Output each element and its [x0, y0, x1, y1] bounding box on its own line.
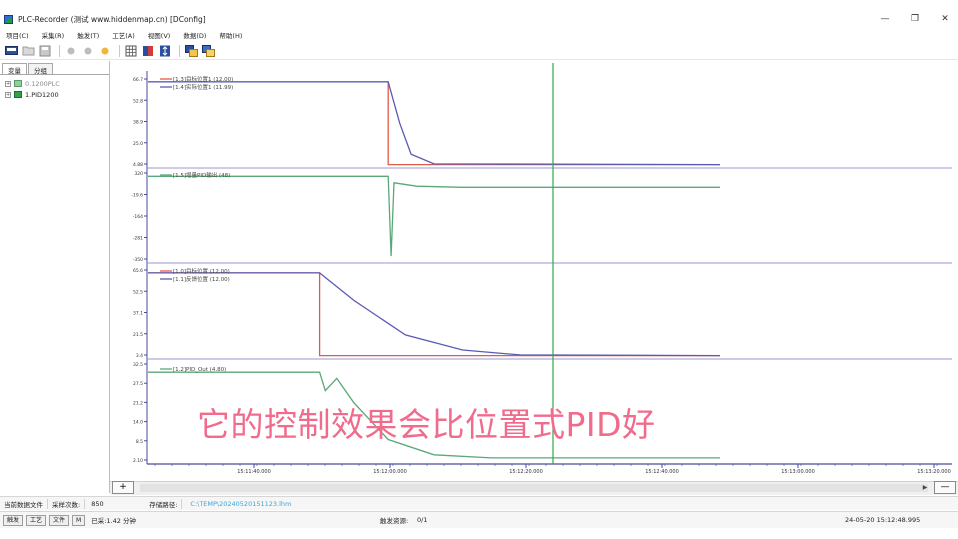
- series-line-3-2: [148, 272, 721, 357]
- y-tick-label: 21.5: [133, 332, 143, 338]
- tree-item-plc[interactable]: + 0.1200PLC: [0, 78, 109, 89]
- app-icon: [4, 14, 13, 24]
- save-path-label: 存储路径:: [145, 498, 183, 509]
- y-tick-label: 27.5: [133, 381, 143, 387]
- toolbar-separator: [119, 44, 120, 57]
- tree-item-label: 0.1200PLC: [25, 79, 60, 88]
- y-tick-label: 32.5: [133, 362, 143, 368]
- plc-config-icon[interactable]: [4, 44, 18, 58]
- y-tick-label: 38.9: [133, 120, 143, 126]
- elapsed-time: 已采:1.42 分钟: [91, 517, 136, 525]
- legend-entry: [1.3]目标位置1 (12.00): [173, 75, 233, 83]
- title-bar: PLC-Recorder (测试 www.hiddenmap.cn) [DCon…: [0, 10, 958, 28]
- legend-entry: [1.5]增量PID输出 (48): [173, 171, 230, 179]
- add-chart-button[interactable]: +: [112, 481, 134, 494]
- y-tick-label: -350: [133, 257, 143, 263]
- record-stop-icon[interactable]: [64, 44, 78, 58]
- legend-entry: [1.4]实际位置1 (11.99): [173, 83, 233, 91]
- y-tick-label: 4.88: [133, 162, 143, 168]
- toolbar-separator: [59, 44, 60, 57]
- legend-entry: [1.2]PID_Out (4.80): [173, 367, 226, 373]
- tree-item-label: 1.PID1200: [25, 90, 59, 99]
- sample-count-value: 850: [91, 499, 104, 508]
- status-datetime: 24-05-20 15:12:48.995: [845, 516, 921, 524]
- restore-button[interactable]: ❐: [900, 10, 930, 28]
- save-icon[interactable]: [38, 44, 52, 58]
- trigger-resource-label: 触发资源:: [380, 517, 409, 525]
- y-tick-label: -281: [133, 236, 143, 242]
- m-status-button[interactable]: M: [72, 514, 86, 526]
- tree-expand-icon[interactable]: +: [5, 91, 11, 98]
- y-tick-label: 37.1: [133, 311, 143, 317]
- tree-item-pid1200[interactable]: + 1.PID1200: [0, 89, 109, 100]
- sample-count-label: 采样次数:: [48, 498, 86, 509]
- close-button[interactable]: ✕: [930, 10, 958, 28]
- x-tick-label: 15:13:20.000: [917, 469, 951, 475]
- tree-expand-icon[interactable]: +: [5, 80, 11, 87]
- menu-record[interactable]: 采集(R): [42, 30, 65, 40]
- variable-panel: 变量 分组 + 0.1200PLC + 1.PID1200: [0, 61, 110, 493]
- video-subtitle: 它的控制效果会比位置式PID好: [197, 405, 656, 444]
- plc-icon: [14, 91, 22, 98]
- save-path-value[interactable]: C:\TEMP\20240520151123.lhm: [182, 500, 291, 508]
- menu-data[interactable]: 数据(D): [183, 30, 206, 40]
- plc-icon: [14, 80, 22, 87]
- y-tick-label: 66.7: [133, 77, 143, 83]
- menu-bar: 项目(C) 采集(R) 触发(T) 工艺(A) 视图(V) 数据(D) 帮助(H…: [0, 28, 958, 41]
- x-tick-label: 15:12:40.000: [645, 469, 679, 475]
- y-tick-label: -164: [133, 214, 143, 220]
- process-status-button[interactable]: 工艺: [26, 514, 47, 526]
- window-tile-icon[interactable]: [184, 44, 198, 58]
- series-line-3-1: [148, 272, 720, 357]
- y-tick-label: 320: [134, 171, 143, 177]
- y-tick-label: 8.5: [136, 439, 143, 445]
- menu-trigger[interactable]: 触发(T): [77, 30, 99, 40]
- y-tick-label: 14.0: [133, 420, 143, 426]
- trigger-resource-value: 0/1: [417, 516, 428, 524]
- y-tick-label: 65.6: [133, 268, 143, 274]
- y-tick-label: 52.5: [133, 289, 143, 295]
- data-file-label[interactable]: 当前数据文件: [0, 498, 48, 509]
- remove-chart-button[interactable]: —: [934, 481, 956, 494]
- y-tick-label: 2.10: [133, 458, 143, 464]
- legend-entry: [1.0]目标位置 (12.00): [173, 267, 230, 275]
- y-tick-label: 52.8: [133, 98, 143, 104]
- data-info-bar: 当前数据文件 采样次数: 850 存储路径: C:\TEMP\202405201…: [0, 496, 958, 510]
- x-tick-label: 15:12:20.000: [509, 469, 543, 475]
- series-line-1-1: [148, 81, 720, 166]
- y-tick-label: -19.6: [131, 193, 143, 199]
- record-pause-icon[interactable]: [81, 44, 95, 58]
- time-scrollbar[interactable]: [140, 484, 928, 492]
- tab-groups[interactable]: 分组: [28, 63, 53, 75]
- toolbar: [0, 42, 958, 60]
- color-icon[interactable]: [141, 44, 155, 58]
- legend-entry: [1.1]反馈位置 (12.00): [173, 275, 230, 283]
- open-folder-icon[interactable]: [21, 44, 35, 58]
- window-cascade-icon[interactable]: [201, 44, 215, 58]
- y-tick-label: 3.4: [136, 353, 143, 359]
- grid-icon[interactable]: [124, 44, 138, 58]
- y-tick-label: 25.0: [133, 141, 143, 147]
- record-start-icon[interactable]: [98, 44, 112, 58]
- y-tick-label: 21.2: [133, 400, 143, 406]
- x-tick-label: 15:12:00.000: [373, 469, 407, 475]
- toolbar-separator: [179, 44, 180, 57]
- series-line-1-2: [148, 81, 721, 166]
- menu-help[interactable]: 帮助(H): [219, 30, 242, 40]
- menu-view[interactable]: 视图(V): [148, 30, 171, 40]
- menu-project[interactable]: 项目(C): [6, 30, 29, 40]
- status-bar: 触发 工艺 文件 M 已采:1.42 分钟 触发资源: 0/1 24-05-20…: [0, 511, 958, 528]
- menu-process[interactable]: 工艺(A): [112, 30, 135, 40]
- x-tick-label: 15:11:40.000: [237, 469, 271, 475]
- scroll-right-arrow[interactable]: ▶: [920, 483, 930, 493]
- vertical-fit-icon[interactable]: [158, 44, 172, 58]
- panel-tabs: 变量 分组: [0, 61, 109, 75]
- file-status-button[interactable]: 文件: [49, 514, 70, 526]
- minimize-button[interactable]: —: [870, 10, 900, 28]
- tab-variables[interactable]: 变量: [2, 63, 27, 75]
- x-tick-label: 15:13:00.000: [781, 469, 815, 475]
- window-title: PLC-Recorder (测试 www.hiddenmap.cn) [DCon…: [18, 14, 206, 24]
- series-line-2-1: [148, 175, 720, 257]
- trigger-status-button[interactable]: 触发: [3, 514, 24, 526]
